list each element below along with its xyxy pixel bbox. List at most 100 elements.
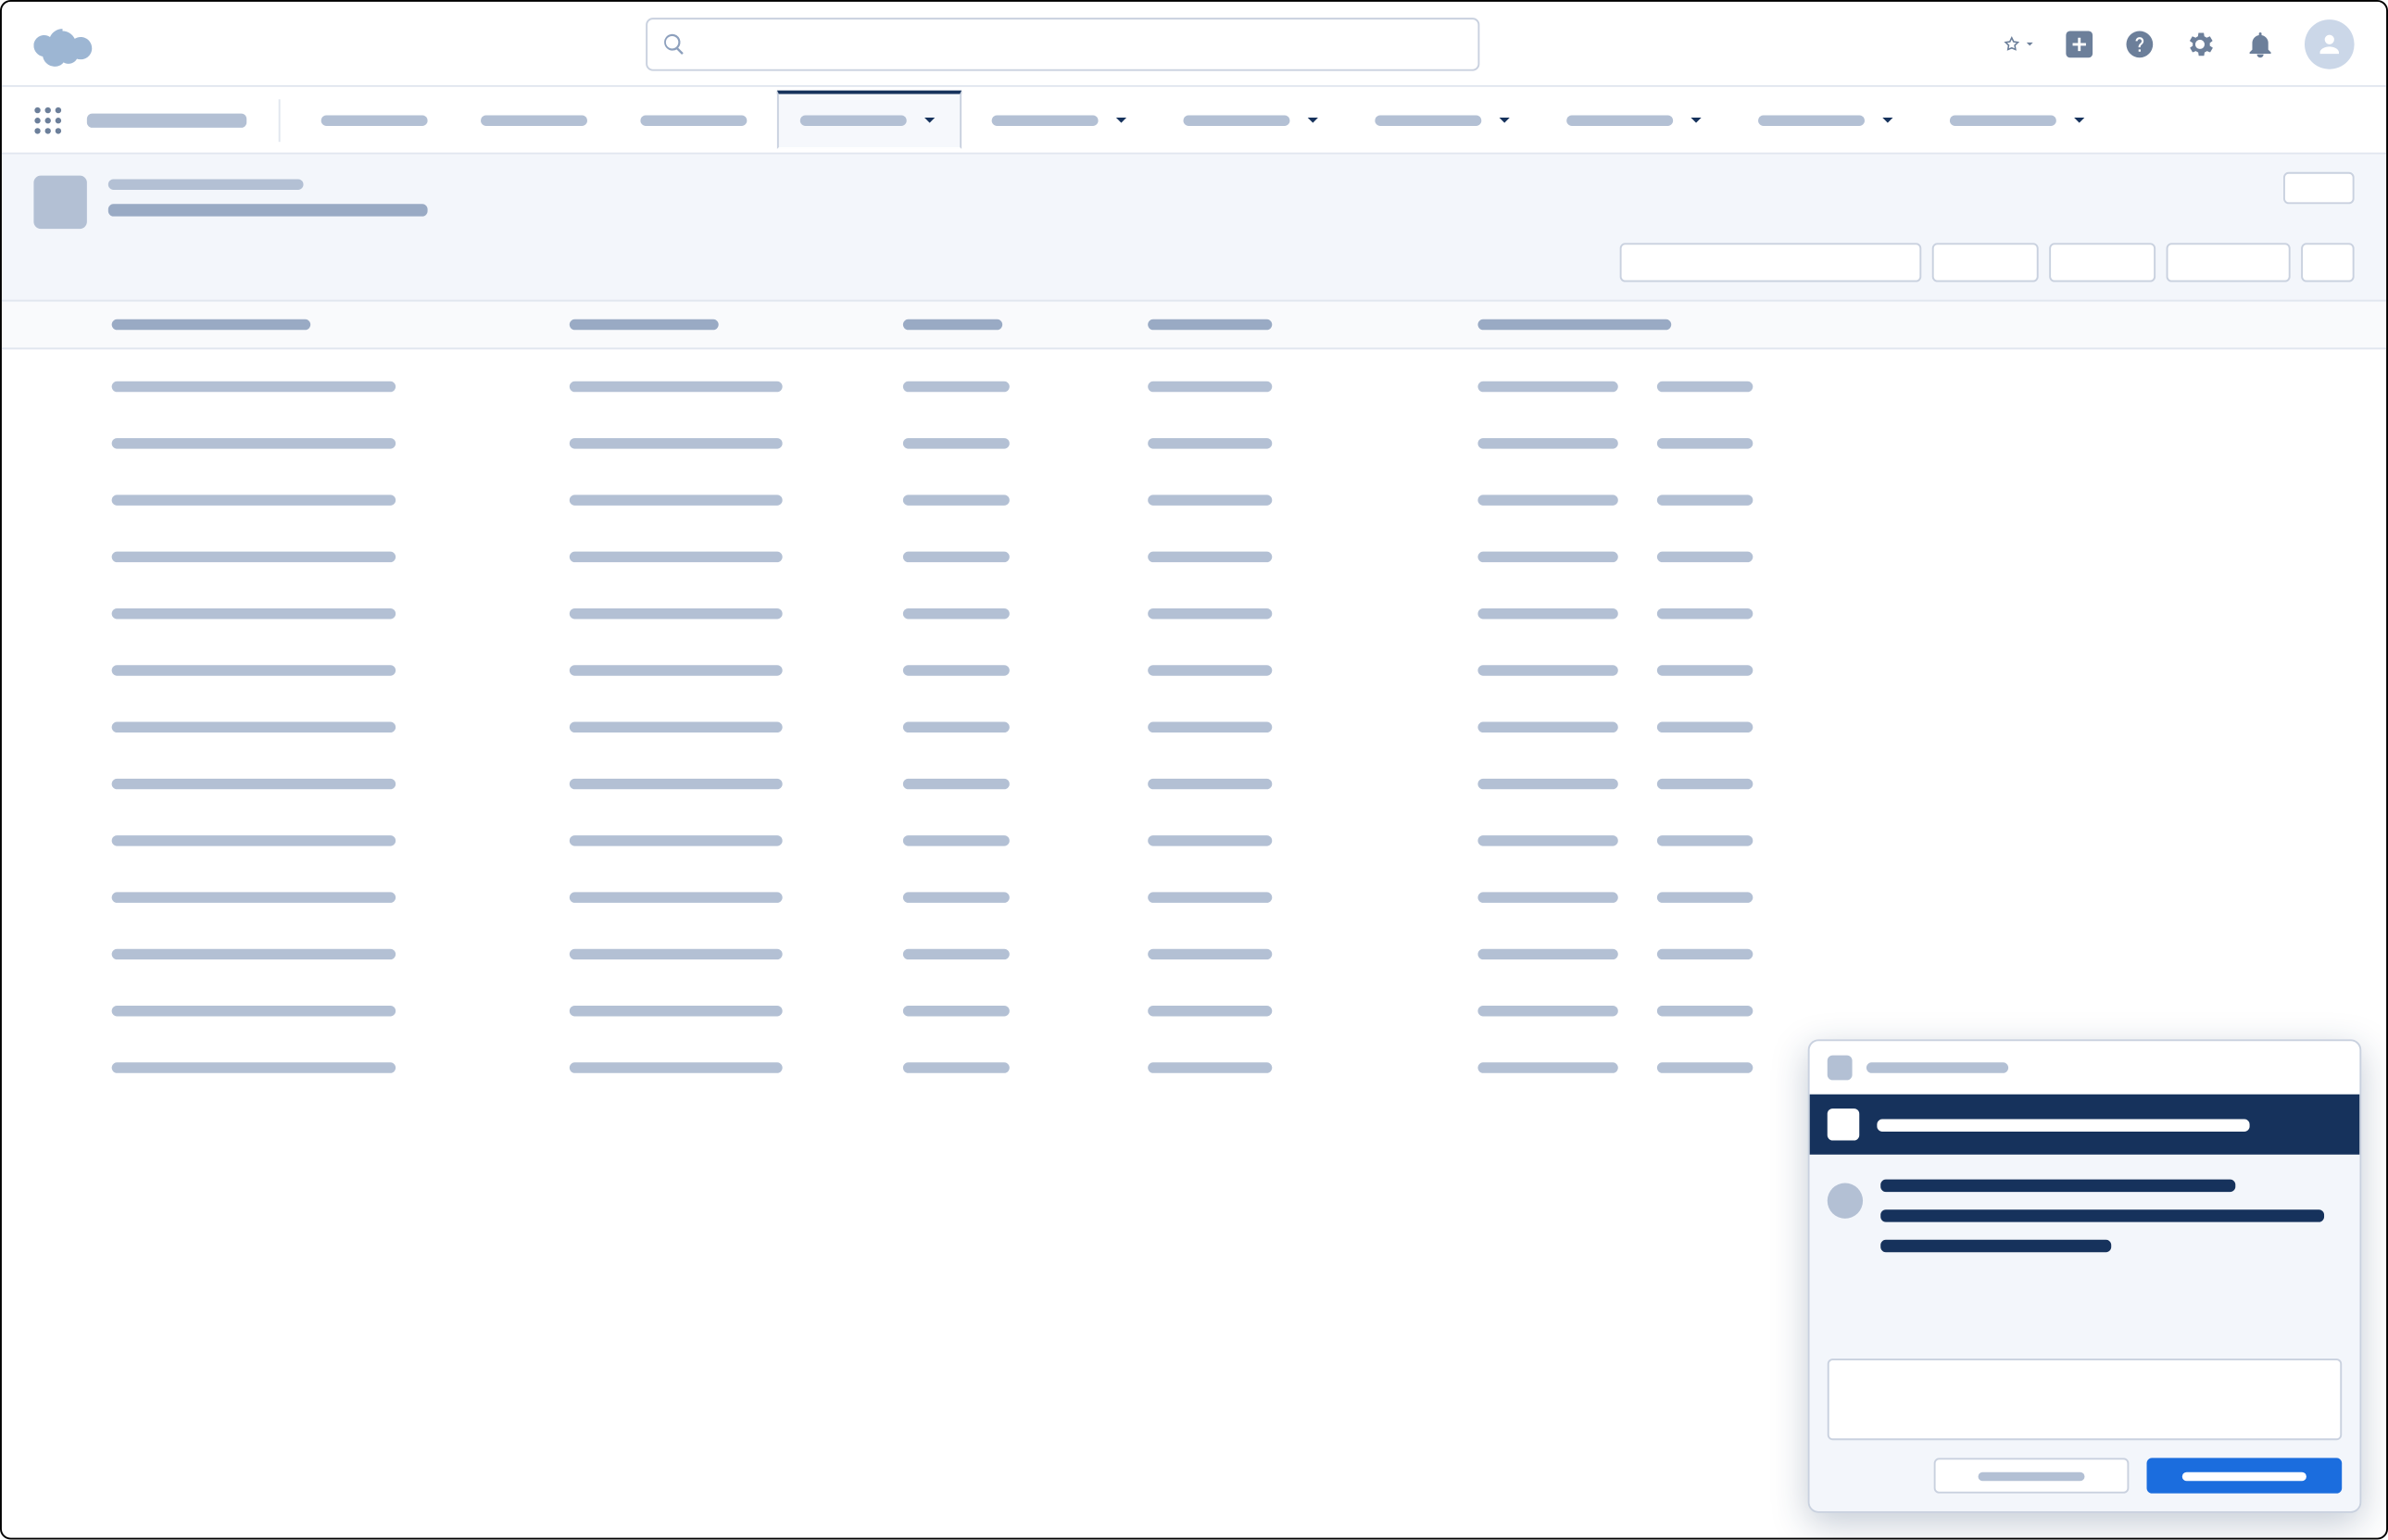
panel-secondary-button-label <box>1979 1471 2085 1481</box>
cell <box>112 665 396 675</box>
chevron-down-icon <box>2024 34 2035 52</box>
nav-tab-3[interactable] <box>777 91 961 149</box>
cell <box>1477 495 1753 505</box>
salesforce-cloud-logo <box>33 20 105 67</box>
nav-tab-1[interactable] <box>458 91 610 149</box>
cell <box>1477 892 1753 902</box>
cell <box>570 608 783 619</box>
nav-tab-0[interactable] <box>298 91 451 149</box>
nav-tab-label <box>992 115 1099 125</box>
column-header-2[interactable] <box>903 319 1045 330</box>
cell <box>112 779 396 789</box>
chevron-down-icon <box>1112 112 1130 130</box>
cell <box>1148 779 1326 789</box>
nav-tab-6[interactable] <box>1351 91 1536 149</box>
nav-tab-2[interactable] <box>618 91 771 149</box>
column-header-4[interactable] <box>1477 319 1753 330</box>
page-action-button-4[interactable] <box>2301 243 2354 282</box>
cell <box>112 608 396 619</box>
user-avatar[interactable] <box>2305 19 2355 69</box>
nav-tab-4[interactable] <box>969 91 1153 149</box>
cell <box>1148 1006 1326 1016</box>
cell <box>570 1006 783 1016</box>
cell <box>1148 949 1326 959</box>
help-icon[interactable] <box>2124 28 2155 59</box>
add-icon[interactable] <box>2063 28 2094 59</box>
cell <box>570 665 783 675</box>
setup-gear-icon[interactable] <box>2184 28 2216 59</box>
chevron-down-icon <box>921 112 938 130</box>
favorites-icon[interactable] <box>2003 28 2034 59</box>
search-icon <box>661 31 686 56</box>
table-row[interactable] <box>112 495 2386 505</box>
column-header-1[interactable] <box>570 319 783 330</box>
notifications-bell-icon[interactable] <box>2244 28 2276 59</box>
table-row[interactable] <box>112 835 2386 845</box>
panel-subject-label <box>1877 1119 2249 1131</box>
table-row[interactable] <box>112 949 2386 959</box>
cell <box>1148 438 1326 448</box>
page-header-corner-button[interactable] <box>2283 172 2355 204</box>
cell <box>112 892 396 902</box>
panel-primary-button[interactable] <box>2147 1458 2343 1493</box>
table-row[interactable] <box>112 608 2386 619</box>
cell <box>1148 722 1326 732</box>
docked-chat-panel <box>1808 1039 2362 1512</box>
cell <box>112 722 396 732</box>
page-action-button-1[interactable] <box>1932 243 2039 282</box>
nav-tab-8[interactable] <box>1735 91 1919 149</box>
cell <box>1477 665 1753 675</box>
cell <box>1477 1006 1753 1016</box>
table-row[interactable] <box>112 552 2386 562</box>
nav-tab-label <box>481 115 587 125</box>
table-row[interactable] <box>112 722 2386 732</box>
cell <box>1477 382 1753 392</box>
nav-tab-7[interactable] <box>1543 91 1728 149</box>
list-column-headers <box>2 302 2386 350</box>
cell <box>570 1062 783 1072</box>
cell <box>1148 382 1326 392</box>
cell <box>1477 722 1753 732</box>
cell <box>1477 438 1753 448</box>
table-row[interactable] <box>112 779 2386 789</box>
cell <box>570 892 783 902</box>
nav-tab-9[interactable] <box>1927 91 2111 149</box>
chevron-down-icon <box>1879 112 1896 130</box>
cell <box>1148 665 1326 675</box>
global-header <box>2 2 2386 87</box>
chat-message <box>1828 1180 2342 1253</box>
nav-tab-label <box>1375 115 1481 125</box>
app-launcher-icon[interactable] <box>31 102 66 137</box>
cell <box>1477 1062 1753 1072</box>
column-header-0[interactable] <box>112 319 396 330</box>
cell <box>1148 835 1326 845</box>
panel-header[interactable] <box>1810 1041 2360 1094</box>
nav-tab-label <box>321 115 428 125</box>
cell <box>570 552 783 562</box>
panel-header-icon <box>1828 1056 1853 1081</box>
cell <box>112 495 396 505</box>
panel-text-input[interactable] <box>1828 1358 2342 1440</box>
cell <box>112 438 396 448</box>
table-row[interactable] <box>112 1006 2386 1016</box>
panel-secondary-button[interactable] <box>1934 1458 2130 1493</box>
table-row[interactable] <box>112 382 2386 392</box>
global-search-input[interactable] <box>646 17 1479 69</box>
chevron-down-icon <box>1687 112 1704 130</box>
page-action-button-2[interactable] <box>2049 243 2155 282</box>
nav-tab-label <box>800 115 907 125</box>
cell <box>570 438 783 448</box>
cell <box>112 949 396 959</box>
page-action-button-3[interactable] <box>2167 243 2291 282</box>
cell <box>903 382 1045 392</box>
panel-subject-band[interactable] <box>1810 1095 2360 1155</box>
column-header-3[interactable] <box>1148 319 1326 330</box>
nav-tab-5[interactable] <box>1161 91 1345 149</box>
app-nav-bar <box>2 87 2386 155</box>
table-row[interactable] <box>112 665 2386 675</box>
nav-tab-label <box>1758 115 1865 125</box>
cell <box>903 722 1045 732</box>
table-row[interactable] <box>112 892 2386 902</box>
table-row[interactable] <box>112 438 2386 448</box>
page-action-button-0[interactable] <box>1620 243 1922 282</box>
